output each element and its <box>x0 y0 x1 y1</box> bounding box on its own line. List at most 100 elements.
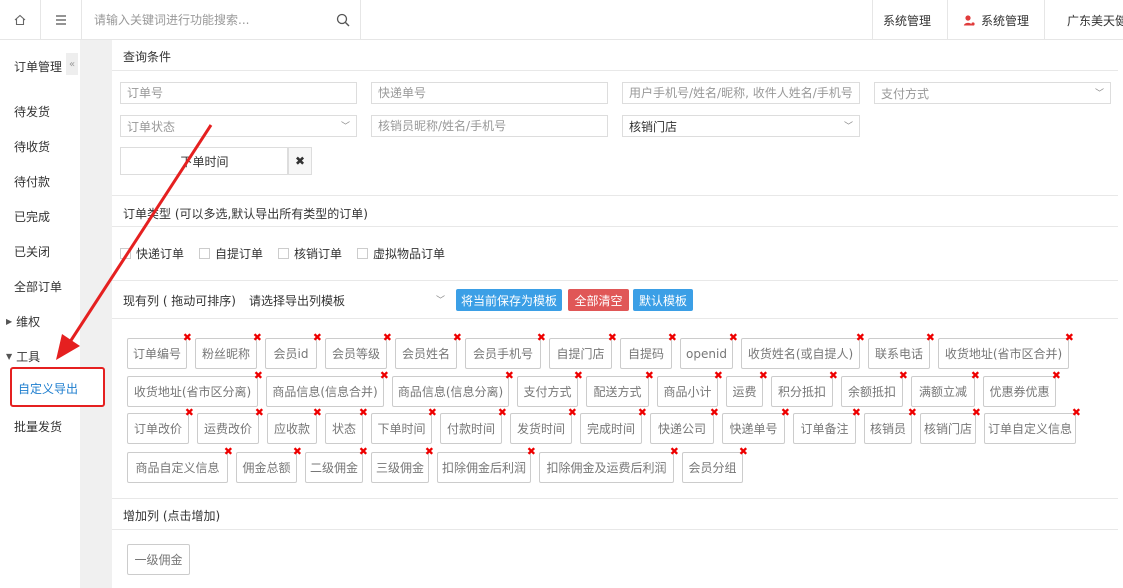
store-select[interactable]: 核销门店 ﹀ <box>622 115 860 137</box>
remove-icon[interactable]: ✖ <box>972 407 981 418</box>
column-tag[interactable]: 商品小计 ✖ <box>657 370 723 407</box>
order-time-range[interactable]: 下单时间 ✖ <box>120 147 312 175</box>
column-tag[interactable]: 积分抵扣 ✖ <box>771 370 838 407</box>
column-tag[interactable]: 订单自定义信息 ✖ <box>984 407 1081 444</box>
order-type-virtual[interactable]: 虚拟物品订单 <box>357 245 445 262</box>
menu-toggle-button[interactable] <box>41 0 82 40</box>
remove-icon[interactable]: ✖ <box>670 446 679 457</box>
remove-icon[interactable]: ✖ <box>537 332 546 343</box>
express-no-input[interactable] <box>378 86 607 100</box>
column-tag[interactable]: 应收款 ✖ <box>267 407 322 444</box>
sidebar-item-pending-ship[interactable]: 待发货 <box>14 103 50 120</box>
remove-icon[interactable]: ✖ <box>568 407 577 418</box>
column-tag[interactable]: 付款时间 ✖ <box>440 407 507 444</box>
checkbox[interactable] <box>278 248 289 259</box>
order-type-verify[interactable]: 核销订单 <box>278 245 342 262</box>
column-tag[interactable]: 会员id ✖ <box>265 332 322 369</box>
remove-icon[interactable]: ✖ <box>759 370 768 381</box>
order-type-express[interactable]: 快递订单 <box>120 245 184 262</box>
remove-icon[interactable]: ✖ <box>729 332 738 343</box>
remove-icon[interactable]: ✖ <box>498 407 507 418</box>
remove-icon[interactable]: ✖ <box>359 446 368 457</box>
sidebar-item-completed[interactable]: 已完成 <box>14 208 50 225</box>
column-tag[interactable]: 快递单号 ✖ <box>722 407 790 444</box>
checkbox[interactable] <box>357 248 368 259</box>
column-tag[interactable]: 自提码 ✖ <box>620 332 677 369</box>
column-tag[interactable]: 优惠券优惠 ✖ <box>983 370 1061 407</box>
add-column-tag[interactable]: 一级佣金 <box>127 544 190 575</box>
sidebar-group-rights[interactable]: ▶ 维权 <box>6 313 40 330</box>
default-template-button[interactable]: 默认模板 <box>633 289 693 311</box>
remove-icon[interactable]: ✖ <box>852 407 861 418</box>
sidebar-item-batch-ship[interactable]: 批量发货 <box>14 418 62 435</box>
remove-icon[interactable]: ✖ <box>971 370 980 381</box>
sidebar-item-custom-export[interactable]: 自定义导出 <box>10 367 105 407</box>
column-tag[interactable]: 核销员 ✖ <box>864 407 917 444</box>
home-button[interactable] <box>0 0 41 40</box>
template-select[interactable]: 请选择导出列模板 ﹀ <box>242 289 452 311</box>
remove-icon[interactable]: ✖ <box>183 332 192 343</box>
column-tag[interactable]: 佣金总额 ✖ <box>236 446 302 483</box>
remove-icon[interactable]: ✖ <box>383 332 392 343</box>
remove-icon[interactable]: ✖ <box>710 407 719 418</box>
sidebar-item-all-orders[interactable]: 全部订单 <box>14 278 62 295</box>
verifier-input[interactable] <box>378 119 607 133</box>
column-tag[interactable]: 配送方式 ✖ <box>586 370 654 407</box>
remove-icon[interactable]: ✖ <box>224 446 233 457</box>
order-status-select[interactable]: 订单状态 ﹀ <box>120 115 357 137</box>
remove-icon[interactable]: ✖ <box>608 332 617 343</box>
remove-icon[interactable]: ✖ <box>926 332 935 343</box>
remove-icon[interactable]: ✖ <box>254 370 263 381</box>
remove-icon[interactable]: ✖ <box>185 407 194 418</box>
user-search-field[interactable] <box>622 82 860 104</box>
remove-icon[interactable]: ✖ <box>856 332 865 343</box>
column-tag[interactable]: 自提门店 ✖ <box>549 332 617 369</box>
user-search-input[interactable] <box>629 86 859 100</box>
column-tag[interactable]: 会员姓名 ✖ <box>395 332 462 369</box>
column-tag[interactable]: 联系电话 ✖ <box>868 332 935 369</box>
sidebar-item-pending-pay[interactable]: 待付款 <box>14 173 50 190</box>
remove-icon[interactable]: ✖ <box>668 332 677 343</box>
column-tag[interactable]: 满额立减 ✖ <box>911 370 980 407</box>
remove-icon[interactable]: ✖ <box>714 370 723 381</box>
column-tag[interactable]: 完成时间 ✖ <box>580 407 647 444</box>
column-tag[interactable]: 订单改价 ✖ <box>127 407 194 444</box>
remove-icon[interactable]: ✖ <box>1065 332 1074 343</box>
sidebar-group-tools[interactable]: ▼ 工具 <box>6 348 40 365</box>
column-tag[interactable]: 二级佣金 ✖ <box>305 446 368 483</box>
column-tag[interactable]: 收货姓名(或自提人) ✖ <box>741 332 865 369</box>
column-tag[interactable]: 下单时间 ✖ <box>371 407 437 444</box>
express-no-field[interactable] <box>371 82 608 104</box>
checkbox[interactable] <box>120 248 131 259</box>
column-tag[interactable]: 快递公司 ✖ <box>650 407 719 444</box>
column-tag[interactable]: 订单备注 ✖ <box>793 407 861 444</box>
column-tag[interactable]: 三级佣金 ✖ <box>371 446 434 483</box>
search-icon[interactable] <box>336 13 350 27</box>
remove-icon[interactable]: ✖ <box>453 332 462 343</box>
save-template-button[interactable]: 将当前保存为模板 <box>456 289 562 311</box>
verifier-field[interactable] <box>371 115 608 137</box>
column-tag[interactable]: 粉丝昵称 ✖ <box>195 332 262 369</box>
column-tag[interactable]: 状态 ✖ <box>325 407 368 444</box>
remove-icon[interactable]: ✖ <box>1072 407 1081 418</box>
remove-icon[interactable]: ✖ <box>899 370 908 381</box>
column-tag[interactable]: 支付方式 ✖ <box>517 370 583 407</box>
column-tag[interactable]: 运费 ✖ <box>726 370 768 407</box>
column-tag[interactable]: 商品自定义信息 ✖ <box>127 446 233 483</box>
remove-icon[interactable]: ✖ <box>380 370 389 381</box>
order-type-pickup[interactable]: 自提订单 <box>199 245 263 262</box>
remove-icon[interactable]: ✖ <box>1052 370 1061 381</box>
remove-icon[interactable]: ✖ <box>293 446 302 457</box>
column-tag[interactable]: 扣除佣金及运费后利润 ✖ <box>539 446 679 483</box>
column-tag[interactable]: 订单编号 ✖ <box>127 332 192 369</box>
remove-icon[interactable]: ✖ <box>359 407 368 418</box>
function-search-input[interactable] <box>94 13 329 27</box>
remove-icon[interactable]: ✖ <box>253 332 262 343</box>
order-no-field[interactable] <box>120 82 357 104</box>
column-tag[interactable]: openid ✖ <box>680 332 738 369</box>
remove-icon[interactable]: ✖ <box>313 332 322 343</box>
remove-icon[interactable]: ✖ <box>739 446 748 457</box>
column-tag[interactable]: 收货地址(省市区合并) ✖ <box>938 332 1074 369</box>
payment-select[interactable]: 支付方式 ﹀ <box>874 82 1111 104</box>
remove-icon[interactable]: ✖ <box>574 370 583 381</box>
